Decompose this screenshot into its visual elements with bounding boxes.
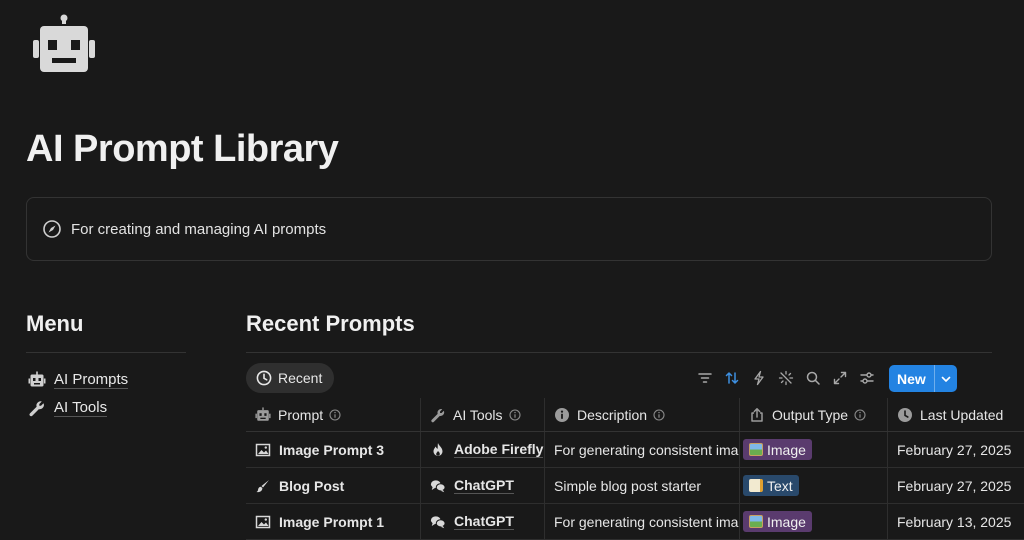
prompt-cell[interactable]: Blog Post [246, 468, 421, 503]
ai-tool-link[interactable]: ChatGPT [454, 477, 514, 494]
info-icon[interactable] [508, 408, 521, 421]
table-row[interactable]: Image Prompt 3 Adobe Firefly For generat… [246, 432, 1024, 468]
description-cell[interactable]: For generating consistent images [545, 504, 740, 539]
column-header-last-updated[interactable]: Last Updated [888, 398, 1024, 431]
menu-item-label: AI Prompts [54, 371, 129, 389]
description-callout: For creating and managing AI prompts [26, 197, 992, 261]
menu-divider [26, 352, 186, 353]
new-button[interactable]: New [889, 365, 957, 392]
prompt-name: Image Prompt 1 [279, 513, 385, 530]
table-row[interactable]: Image Prompt 1 ChatGPT For generating co… [246, 504, 1024, 540]
ai-tool-link[interactable]: ChatGPT [454, 513, 514, 530]
search-icon[interactable] [804, 369, 822, 387]
last-updated-cell[interactable]: February 13, 2025 [888, 504, 1024, 539]
prompt-name: Image Prompt 3 [279, 441, 385, 458]
prompt-name: Blog Post [279, 477, 345, 494]
output-type-cell[interactable]: Image [740, 432, 888, 467]
brush-icon [255, 478, 271, 494]
framed-picture-icon [749, 515, 763, 528]
output-type-badge: Image [743, 511, 812, 532]
chat-bubbles-icon [430, 478, 446, 494]
column-header-output-type[interactable]: Output Type [740, 398, 888, 431]
output-type-badge: Image [743, 439, 812, 460]
menu-list: AI Prompts AI Tools [28, 366, 129, 422]
output-type-cell[interactable]: Text [740, 468, 888, 503]
automation-bolt-icon[interactable] [750, 369, 768, 387]
info-icon[interactable] [854, 408, 866, 421]
new-button-label: New [897, 370, 926, 387]
output-type-label: Image [767, 513, 806, 530]
section-divider [246, 352, 992, 353]
table-row[interactable]: Blog Post ChatGPT Simple blog post start… [246, 468, 1024, 504]
robot-icon [255, 406, 271, 423]
column-header-label: Output Type [772, 406, 849, 423]
settings-sliders-icon[interactable] [858, 369, 876, 387]
share-icon [749, 407, 765, 423]
column-header-ai-tools[interactable]: AI Tools [421, 398, 545, 431]
image-icon [255, 442, 271, 458]
section-heading: Recent Prompts [246, 311, 415, 336]
ai-tool-cell[interactable]: Adobe Firefly [421, 432, 545, 467]
last-updated-cell[interactable]: February 27, 2025 [888, 468, 1024, 503]
info-icon[interactable] [653, 408, 665, 421]
image-icon [255, 514, 271, 530]
expand-icon[interactable] [831, 369, 849, 387]
info-icon[interactable] [329, 408, 341, 421]
chat-bubbles-icon [430, 514, 446, 530]
sort-icon[interactable] [723, 369, 741, 387]
compass-icon [43, 220, 61, 238]
output-type-label: Image [767, 441, 806, 458]
prompts-table: Prompt AI Tools Description Output Type [246, 398, 1024, 540]
output-type-cell[interactable]: Image [740, 504, 888, 539]
column-header-label: Prompt [278, 406, 324, 423]
callout-text: For creating and managing AI prompts [71, 220, 327, 238]
memo-icon [749, 479, 763, 492]
page-title: AI Prompt Library [26, 128, 339, 170]
prompt-cell[interactable]: Image Prompt 3 [246, 432, 421, 467]
column-header-label: AI Tools [453, 406, 503, 423]
description-cell[interactable]: For generating consistent images [545, 432, 740, 467]
output-type-label: Text [767, 477, 793, 494]
menu-heading: Menu [26, 311, 84, 336]
chevron-down-icon[interactable] [935, 373, 957, 385]
clock-icon [256, 370, 272, 386]
ai-tool-link[interactable]: Adobe Firefly [454, 441, 544, 458]
description-text: For generating consistent images [554, 441, 739, 458]
column-header-label: Description [577, 406, 648, 423]
info-icon [554, 407, 570, 423]
database-toolbar [696, 366, 885, 390]
column-header-description[interactable]: Description [545, 398, 740, 431]
menu-item-ai-tools[interactable]: AI Tools [28, 394, 128, 422]
column-header-prompt[interactable]: Prompt [246, 398, 421, 431]
last-updated-text: February 27, 2025 [897, 441, 1012, 458]
description-cell[interactable]: Simple blog post starter [545, 468, 740, 503]
view-tab-recent[interactable]: Recent [246, 363, 335, 393]
table-header-row: Prompt AI Tools Description Output Type [246, 398, 1024, 432]
view-tab-label: Recent [278, 370, 323, 386]
last-updated-cell[interactable]: February 27, 2025 [888, 432, 1024, 467]
last-updated-text: February 13, 2025 [897, 513, 1012, 530]
framed-picture-icon [749, 443, 763, 456]
description-text: For generating consistent images [554, 513, 739, 530]
prompt-cell[interactable]: Image Prompt 1 [246, 504, 421, 539]
wrench-icon [430, 407, 446, 423]
filter-icon[interactable] [696, 369, 714, 387]
flame-icon [430, 442, 446, 458]
ai-sparkle-icon[interactable] [777, 369, 795, 387]
robot-icon[interactable] [32, 14, 96, 78]
ai-tool-cell[interactable]: ChatGPT [421, 504, 545, 539]
output-type-badge: Text [743, 475, 799, 496]
clock-icon [897, 407, 913, 423]
column-header-label: Last Updated [920, 406, 1004, 423]
last-updated-text: February 27, 2025 [897, 477, 1012, 494]
ai-tool-cell[interactable]: ChatGPT [421, 468, 545, 503]
wrench-icon [28, 399, 46, 417]
robot-icon [28, 371, 46, 389]
menu-item-ai-prompts[interactable]: AI Prompts [28, 366, 129, 394]
description-text: Simple blog post starter [554, 477, 702, 494]
menu-item-label: AI Tools [54, 399, 108, 417]
